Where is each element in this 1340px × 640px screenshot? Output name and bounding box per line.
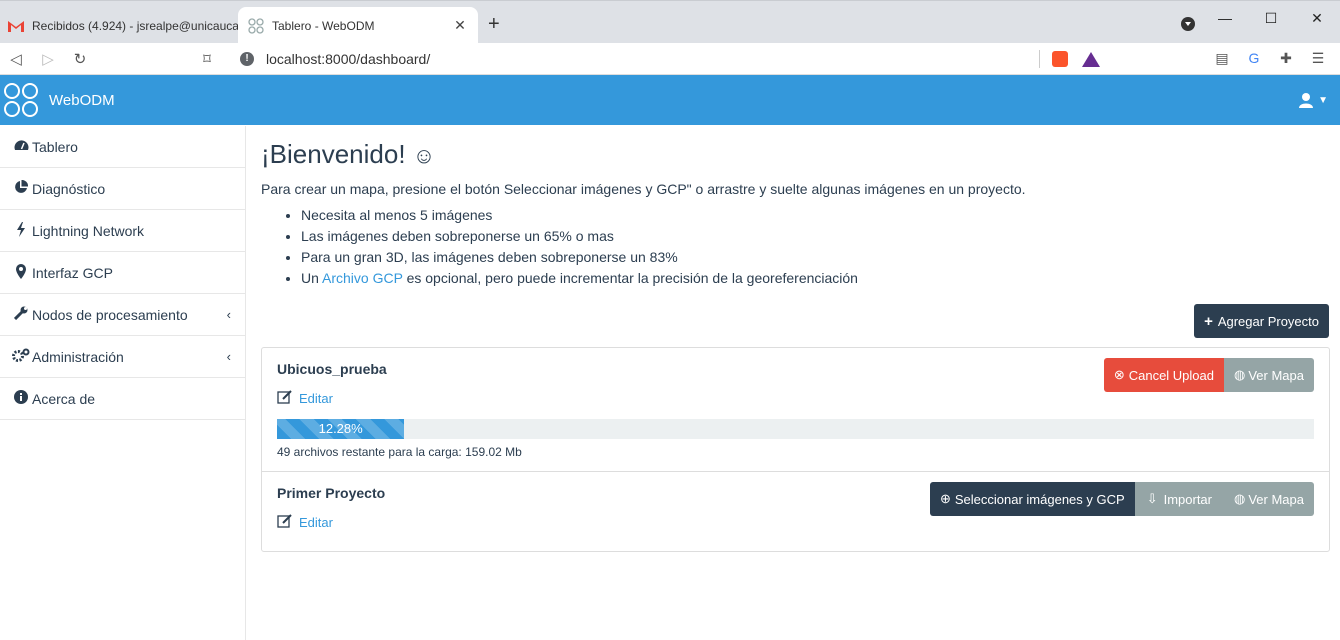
brave-rewards-icon[interactable] [1082,51,1100,67]
chevron-left-icon: ‹ [226,349,231,364]
add-project-button[interactable]: + Agregar Proyecto [1194,304,1329,338]
gcp-file-link[interactable]: Archivo GCP [322,270,403,286]
minimize-icon[interactable]: — [1202,10,1248,26]
intro-text: Para crear un mapa, presione el botón Se… [261,181,1026,197]
user-menu[interactable]: ▼ [1298,92,1328,108]
edit-project-link[interactable]: Editar [277,514,1314,531]
app-header: WebODM ▼ [0,75,1340,125]
brand-name[interactable]: WebODM [49,92,115,109]
plus-icon: + [1204,312,1213,330]
webodm-icon [248,17,264,34]
window-controls: — ☐ ✕ [1202,1,1340,35]
sidebar-item-nodos[interactable]: Nodos de procesamiento ‹ [0,294,245,336]
list-item: Para un gran 3D, las imágenes deben sobr… [301,247,1330,268]
translate-icon[interactable]: G [1242,50,1266,67]
sidebar-item-acerca[interactable]: Acerca de [0,378,245,420]
close-window-icon[interactable]: ✕ [1294,10,1340,27]
extensions-bar: ▤ G ✚ ☰ [1210,50,1330,67]
sidebar-item-label: Nodos de procesamiento [32,306,188,323]
upload-circle-icon: ⊕ [939,491,951,506]
gmail-icon [8,18,24,34]
forward-icon[interactable]: ▷ [32,50,64,68]
upload-remaining-text: 49 archivos restante para la carga: 159.… [277,445,522,459]
sidebar-item-label: Acerca de [32,390,96,407]
tab-title: Recibidos (4.924) - jsrealpe@unicauca [32,18,238,33]
brave-shield-icon[interactable] [1052,51,1068,67]
dashboard-icon [11,139,31,154]
wrench-icon [11,306,31,323]
sidebar-item-label: Tablero [32,138,78,155]
user-icon [1299,93,1314,108]
info-icon [11,390,31,407]
webodm-logo[interactable] [4,83,38,117]
list-item: Las imágenes deben sobreponerse un 65% o… [301,226,1330,247]
profile-menu-icon[interactable] [1181,17,1195,31]
reader-icon[interactable]: ▤ [1210,50,1234,67]
caret-down-icon: ▼ [1318,94,1328,106]
sidebar-item-lightning[interactable]: Lightning Network [0,210,245,252]
main-content: ¡Bienvenido! ☺ Para crear un mapa, presi… [261,126,1330,552]
times-circle-icon: ⊗ [1113,367,1125,382]
back-icon[interactable]: ◁ [0,50,32,68]
address-bar[interactable]: ! localhost:8000/dashboard/ [228,45,1110,73]
list-item: Un Archivo GCP es opcional, pero puede i… [301,268,1330,289]
upload-progress-bar: 12.28% [277,419,1314,439]
divider [1039,50,1040,68]
browser-tabstrip: Recibidos (4.924) - jsrealpe@unicauca Ta… [0,0,1340,44]
edit-icon [277,390,293,407]
new-tab-icon[interactable]: + [488,13,500,36]
reload-icon[interactable]: ↻ [64,50,96,68]
browser-toolbar: ◁ ▷ ↻ ⌑ ! localhost:8000/dashboard/ ▤ G … [0,43,1340,75]
pie-chart-icon [11,179,31,197]
edit-project-link[interactable]: Editar [277,390,1314,407]
project-actions: ⊗ Cancel Upload ◍ Ver Mapa [1103,358,1314,392]
sidebar-item-label: Administración [32,348,124,365]
sidebar-item-label: Interfaz GCP [32,264,113,281]
page-title: ¡Bienvenido! ☺ [261,139,436,169]
view-map-button[interactable]: ◍ Ver Mapa [1224,358,1314,392]
list-item: Necesita al menos 5 imágenes [301,205,1330,226]
smile-icon: ☺ [412,143,436,168]
cancel-upload-button[interactable]: ⊗ Cancel Upload [1103,358,1224,392]
url-text[interactable]: localhost:8000/dashboard/ [266,51,1039,67]
sidebar: Tablero Diagnóstico Lightning Network In… [0,126,246,640]
upload-progress-fill: 12.28% [277,419,405,439]
sidebar-item-administracion[interactable]: Administración ‹ [0,336,245,378]
project-list: Ubicuos_prueba Editar 12.28% 49 archivos… [261,347,1330,552]
map-marker-icon [11,263,31,282]
sidebar-item-tablero[interactable]: Tablero [0,126,245,168]
project-actions: ⊕ Seleccionar imágenes y GCP ⇩ Importar … [929,482,1314,516]
tab-webodm[interactable]: Tablero - WebODM ✕ [238,7,478,44]
tab-gmail[interactable]: Recibidos (4.924) - jsrealpe@unicauca [0,7,238,44]
site-info-icon[interactable]: ! [240,52,254,66]
globe-icon: ◍ [1234,367,1246,382]
select-images-button[interactable]: ⊕ Seleccionar imágenes y GCP [929,482,1135,516]
edit-icon [277,514,293,531]
tips-list: Necesita al menos 5 imágenes Las imágene… [261,205,1330,289]
sidebar-item-diagnostico[interactable]: Diagnóstico [0,168,245,210]
extensions-icon[interactable]: ✚ [1274,50,1298,67]
sidebar-item-label: Diagnóstico [32,180,106,197]
tab-title: Tablero - WebODM [272,18,375,33]
chevron-left-icon: ‹ [226,307,231,322]
cogs-icon [11,348,31,365]
project-item: Ubicuos_prueba Editar 12.28% 49 archivos… [262,348,1329,471]
sidebar-item-label: Lightning Network [32,222,145,239]
project-item: Primer Proyecto Editar ⊕ Seleccionar imá… [262,471,1329,551]
bolt-icon [11,221,31,240]
globe-icon: ◍ [1234,491,1246,506]
sidebar-item-gcp[interactable]: Interfaz GCP [0,252,245,294]
menu-icon[interactable]: ☰ [1306,50,1330,67]
close-tab-icon[interactable]: ✕ [450,17,470,34]
maximize-icon[interactable]: ☐ [1248,10,1294,27]
view-map-button[interactable]: ◍ Ver Mapa [1224,482,1314,516]
import-icon: ⇩ [1146,491,1158,506]
import-button[interactable]: ⇩ Importar [1134,482,1224,516]
bookmark-icon[interactable]: ⌑ [191,50,223,68]
